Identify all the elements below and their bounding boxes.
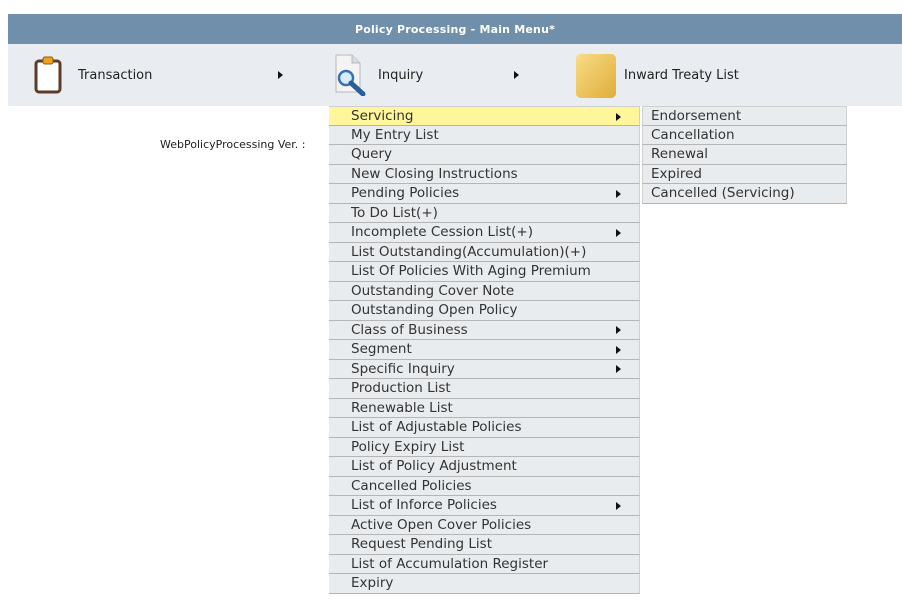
menu-item-label: List of Adjustable Policies [351,419,522,435]
menu-item-label: Outstanding Open Policy [351,302,518,318]
clipboard-icon [34,56,62,98]
submenu-arrow-icon [616,228,621,237]
menu-item-production-list[interactable]: Production List [329,379,640,399]
menu-item-label: Renewal [651,146,709,162]
folder-icon [574,52,620,104]
submenu-item-endorsement[interactable]: Endorsement [642,106,847,126]
version-label: WebPolicyProcessing Ver. : [160,138,306,151]
menu-item-label: List of Accumulation Register [351,555,549,572]
submenu-arrow-icon [514,71,519,79]
menu-item-my-entry-list[interactable]: My Entry List [329,125,640,145]
submenu-arrow-icon [616,345,621,354]
menu-item-expiry[interactable]: Expiry [329,574,640,594]
submenu-item-cancelled-servicing[interactable]: Cancelled (Servicing) [642,184,847,204]
menu-item-servicing[interactable]: Servicing [329,106,640,126]
menu-item-label: Expiry [351,575,394,591]
menu-item-label: Class of Business [351,321,468,338]
menu-item-list-outstanding-accumulation[interactable]: List Outstanding(Accumulation)(+) [329,242,640,262]
magnifier-document-icon [332,54,366,100]
menu-item-label: Production List [351,380,451,396]
menu-item-label: Endorsement [651,108,742,124]
menu-item-label: Outstanding Cover Note [351,282,515,299]
submenu-arrow-icon [616,365,621,373]
menu-item-label: To Do List(+) [351,204,438,221]
menu-item-renewable-list[interactable]: Renewable List [329,398,640,418]
window-title-bar: Policy Processing - Main Menu* [8,14,902,44]
submenu-item-cancellation[interactable]: Cancellation [642,125,847,145]
menu-item-label: Active Open Cover Policies [351,516,532,533]
menu-item-to-do-list[interactable]: To Do List(+) [329,203,640,223]
menu-item-label: New Closing Instructions [351,165,518,182]
menu-item-label: Request Pending List [351,536,492,552]
menu-item-list-of-policy-adjustment[interactable]: List of Policy Adjustment [329,457,640,477]
menu-item-list-of-adjustable-policies[interactable]: List of Adjustable Policies [329,418,640,438]
submenu-arrow-icon [278,71,283,79]
menu-inquiry-label: Inquiry [378,67,424,83]
menu-item-new-closing-instructions[interactable]: New Closing Instructions [329,164,640,184]
submenu-item-renewal[interactable]: Renewal [642,145,847,165]
menu-item-label: Cancelled Policies [351,477,472,494]
submenu-arrow-icon [616,326,621,334]
servicing-submenu: Endorsement Cancellation Renewal Expired… [642,106,847,204]
menu-item-outstanding-open-policy[interactable]: Outstanding Open Policy [329,301,640,321]
menu-item-label: List of Inforce Policies [351,497,497,513]
menu-item-list-of-accumulation-register[interactable]: List of Accumulation Register [329,554,640,574]
menu-item-label: Servicing [351,108,414,124]
menu-item-label: Cancelled (Servicing) [651,185,795,201]
menu-item-label: List Of Policies With Aging Premium [351,263,591,279]
menu-item-list-of-policies-with-aging-premium[interactable]: List Of Policies With Aging Premium [329,262,640,282]
submenu-arrow-icon [616,189,621,198]
menu-item-policy-expiry-list[interactable]: Policy Expiry List [329,437,640,457]
menu-item-label: Renewable List [351,399,453,416]
menu-item-outstanding-cover-note[interactable]: Outstanding Cover Note [329,281,640,301]
menu-item-label: Policy Expiry List [351,438,465,455]
menu-inward-treaty-list-label: Inward Treaty List [624,67,739,83]
inquiry-dropdown-menu: Servicing My Entry List Query New Closin… [329,106,640,607]
menu-transaction-label: Transaction [78,67,153,83]
menu-item-specific-inquiry[interactable]: Specific Inquiry [329,359,640,379]
menu-inquiry[interactable]: Inquiry [328,44,568,106]
menu-item-active-open-cover-policies[interactable]: Active Open Cover Policies [329,515,640,535]
menu-inward-treaty-list[interactable]: Inward Treaty List [574,44,834,106]
menu-item-label: Query [351,146,393,162]
menu-item-label: List of Policy Adjustment [351,458,517,474]
menu-item-label: Incomplete Cession List(+) [351,224,533,240]
submenu-arrow-icon [616,501,621,510]
menu-item-label: My Entry List [351,126,439,143]
window-title: Policy Processing - Main Menu* [354,22,556,36]
menu-item-cancelled-policies[interactable]: Cancelled Policies [329,476,640,496]
menu-item-label: Cancellation [651,126,735,143]
submenu-arrow-icon [616,112,621,121]
menu-item-segment[interactable]: Segment [329,340,640,360]
menu-item-class-of-business[interactable]: Class of Business [329,320,640,340]
main-menu-bar: Transaction Inquiry Inward Treaty List [8,44,902,106]
menu-item-label: Specific Inquiry [351,360,455,377]
menu-item-label: List Outstanding(Accumulation)(+) [351,243,587,260]
menu-item-label: Pending Policies [351,185,460,201]
menu-item-list-of-inforce-policies[interactable]: List of Inforce Policies [329,496,640,516]
menu-item-incomplete-cession-list[interactable]: Incomplete Cession List(+) [329,223,640,243]
menu-item-pending-policies[interactable]: Pending Policies [329,184,640,204]
menu-item-query[interactable]: Query [329,145,640,165]
menu-item-label: Segment [351,341,412,357]
menu-item-label: Expired [651,165,702,182]
submenu-item-expired[interactable]: Expired [642,164,847,184]
menu-transaction[interactable]: Transaction [8,44,308,106]
menu-item-request-pending-list[interactable]: Request Pending List [329,535,640,555]
